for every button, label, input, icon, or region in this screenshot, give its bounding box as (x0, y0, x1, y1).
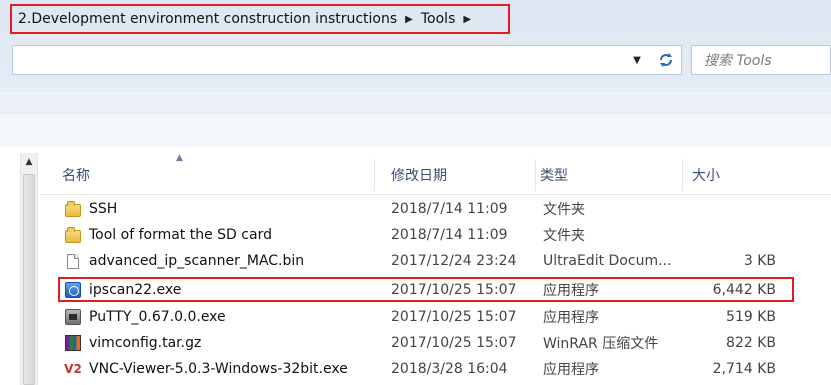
file-name: advanced_ip_scanner_MAC.bin (89, 253, 305, 269)
list-item[interactable]: ipscan22.exe 2017/10/25 15:07 应用程序 6,442… (58, 278, 796, 302)
column-header-size[interactable]: 大小 (692, 155, 797, 195)
sort-ascending-icon: ▲ (176, 153, 183, 163)
chrome-band-bottom (0, 114, 831, 148)
list-item[interactable]: V2 VNC-Viewer-5.0.3-Windows-32bit.exe 20… (58, 357, 796, 381)
modified-date: 2017/10/25 15:07 (391, 335, 517, 351)
putty-icon (64, 308, 82, 326)
breadcrumb-item-tools[interactable]: Tools (421, 11, 464, 27)
list-item[interactable]: PuTTY_0.67.0.0.exe 2017/10/25 15:07 应用程序… (58, 305, 796, 329)
list-item[interactable]: SSH 2018/7/14 11:09 文件夹 (58, 197, 796, 221)
app-icon (64, 281, 82, 299)
refresh-icon (660, 53, 672, 67)
file-type: WinRAR 压缩文件 (543, 336, 659, 352)
column-header-type-label: 类型 (540, 168, 568, 184)
file-size: 519 KB (726, 309, 776, 325)
file-name: VNC-Viewer-5.0.3-Windows-32bit.exe (89, 361, 348, 377)
file-name: vimconfig.tar.gz (89, 335, 202, 351)
modified-date: 2018/3/28 16:04 (391, 361, 508, 377)
column-header-size-label: 大小 (692, 168, 720, 184)
modified-date: 2017/10/25 15:07 (391, 309, 517, 325)
breadcrumb-separator-icon: ▶ (405, 13, 413, 25)
breadcrumb-item-development[interactable]: 2.Development environment construction i… (18, 11, 405, 27)
file-explorer-window: 2.Development environment construction i… (0, 0, 831, 385)
list-item[interactable]: Tool of format the SD card 2018/7/14 11:… (58, 223, 796, 247)
address-bar[interactable] (12, 45, 682, 75)
file-size (678, 223, 776, 247)
archive-icon (64, 334, 82, 352)
vnc-icon: V2 (64, 362, 82, 376)
chrome-band-middle (0, 92, 831, 114)
file-size (678, 197, 776, 221)
search-input[interactable]: 搜索 Tools (691, 45, 831, 75)
file-name: Tool of format the SD card (89, 227, 272, 243)
list-item[interactable]: advanced_ip_scanner_MAC.bin 2017/12/24 2… (58, 249, 796, 273)
refresh-button[interactable] (652, 46, 680, 74)
address-dropdown-button[interactable]: ▼ (627, 45, 647, 75)
search-placeholder: 搜索 Tools (704, 53, 772, 69)
file-size: 6,442 KB (712, 282, 776, 298)
column-header-name[interactable]: 名称 (62, 155, 375, 195)
file-name: SSH (89, 201, 118, 217)
file-type: 应用程序 (543, 362, 599, 378)
file-icon (64, 252, 82, 270)
file-list: SSH 2018/7/14 11:09 文件夹 Tool of format t… (0, 197, 831, 385)
folder-icon (64, 200, 82, 218)
file-type: 应用程序 (543, 310, 599, 326)
file-type: UltraEdit Docum... (543, 253, 672, 269)
file-size: 822 KB (726, 335, 776, 351)
breadcrumb[interactable]: 2.Development environment construction i… (10, 4, 510, 34)
scroll-up-button[interactable]: ▲ (20, 153, 38, 171)
file-name: ipscan22.exe (89, 282, 182, 298)
column-header-modified[interactable]: 修改日期 (391, 155, 536, 195)
file-type: 应用程序 (543, 283, 599, 299)
file-size: 3 KB (743, 253, 776, 269)
file-type: 文件夹 (543, 202, 585, 218)
modified-date: 2018/7/14 11:09 (391, 227, 508, 243)
list-item[interactable]: vimconfig.tar.gz 2017/10/25 15:07 WinRAR… (58, 331, 796, 355)
modified-date: 2017/12/24 23:24 (391, 253, 517, 269)
column-header-modified-label: 修改日期 (391, 168, 447, 184)
column-header-type[interactable]: 类型 (540, 155, 683, 195)
file-type: 文件夹 (543, 228, 585, 244)
chevron-up-icon: ▲ (25, 157, 33, 167)
file-name: PuTTY_0.67.0.0.exe (89, 309, 226, 325)
modified-date: 2018/7/14 11:09 (391, 201, 508, 217)
file-list-header: 名称 修改日期 类型 大小 (40, 155, 831, 195)
folder-icon (64, 226, 82, 244)
modified-date: 2017/10/25 15:07 (391, 282, 517, 298)
file-size: 2,714 KB (712, 361, 776, 377)
column-header-name-label: 名称 (62, 168, 90, 184)
breadcrumb-expand-icon[interactable]: ▶ (463, 14, 479, 25)
chevron-down-icon: ▼ (633, 54, 641, 66)
